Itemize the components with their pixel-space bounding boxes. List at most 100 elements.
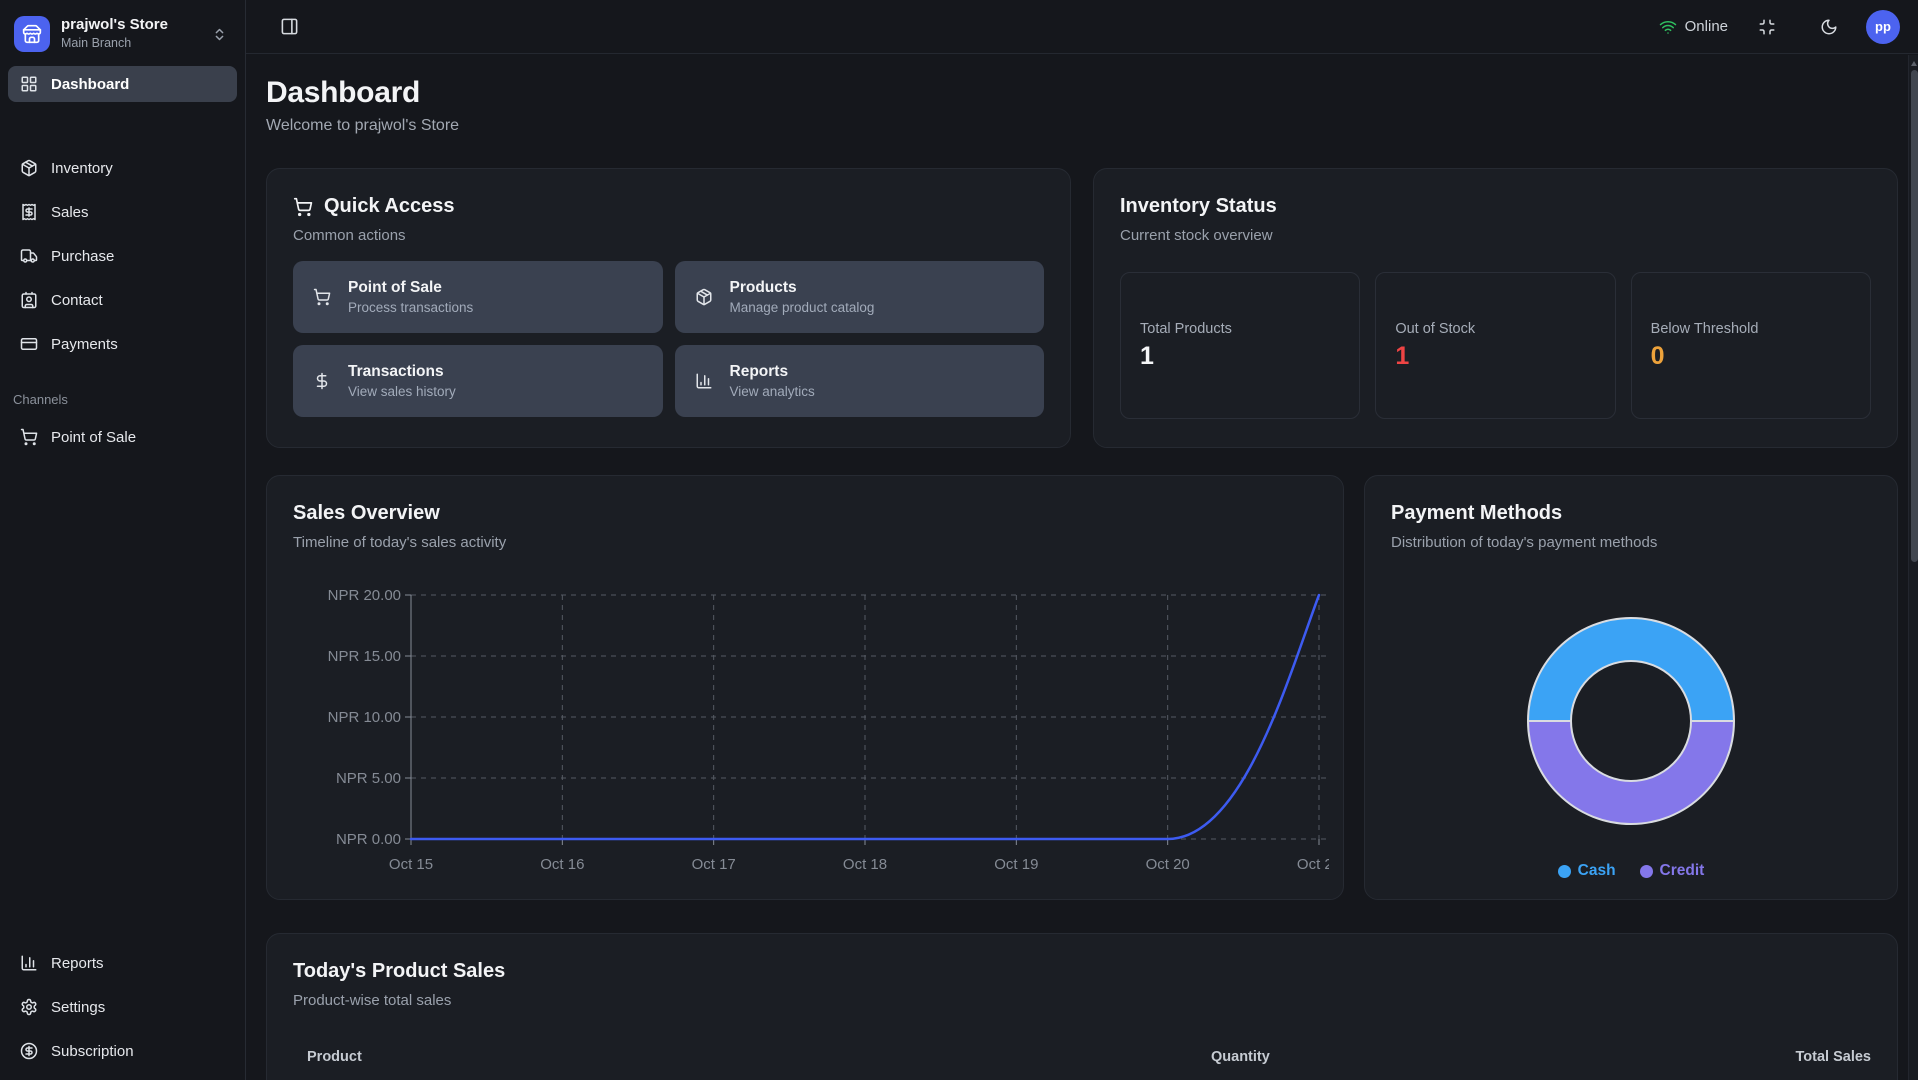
column-header-quantity: Quantity (1211, 1049, 1711, 1065)
legend-dot (1640, 865, 1653, 878)
sidebar-item-label: Dashboard (51, 76, 129, 93)
tile-transactions[interactable]: Transactions View sales history (293, 345, 663, 417)
fullscreen-button[interactable] (1754, 14, 1780, 40)
tile-subtitle: View analytics (730, 384, 815, 399)
tile-title: Point of Sale (348, 279, 473, 297)
theme-toggle-button[interactable] (1816, 14, 1842, 40)
package-icon (695, 288, 713, 306)
cart-icon (293, 197, 313, 217)
store-icon (22, 24, 42, 44)
inventory-status-subtitle: Current stock overview (1120, 227, 1871, 244)
stat-value: 1 (1395, 342, 1595, 371)
page-title: Dashboard (266, 76, 1898, 110)
product-sales-title: Today's Product Sales (293, 960, 1871, 983)
scroll-up-arrow[interactable] (1911, 61, 1917, 66)
tile-point-of-sale[interactable]: Point of SaleProcess transactions (293, 261, 663, 333)
panel-right-icon (280, 17, 299, 36)
minimize-icon (1758, 18, 1776, 36)
chevrons-up-down-icon (212, 27, 227, 42)
quick-access-subtitle: Common actions (293, 227, 1044, 244)
connection-status-label: Online (1685, 18, 1728, 35)
sidebar-item-inventory[interactable]: Inventory (8, 150, 237, 186)
sidebar-item-label: Sales (51, 204, 89, 221)
store-logo (14, 16, 50, 52)
product-sales-subtitle: Product-wise total sales (293, 992, 1871, 1009)
credit-card-icon (20, 335, 38, 353)
sidebar-item-payments[interactable]: Payments (8, 326, 237, 362)
svg-text:Oct 15: Oct 15 (389, 856, 433, 873)
sidebar-item-subscription[interactable]: Subscription (8, 1033, 237, 1069)
tile-title: Reports (730, 363, 815, 381)
gear-icon (20, 998, 38, 1016)
contact-card-icon (20, 291, 38, 309)
quick-access-title: Quick Access (324, 195, 454, 218)
sidebar-toggle-button[interactable] (276, 13, 303, 40)
svg-text:Oct 19: Oct 19 (994, 856, 1038, 873)
dollar-icon (313, 372, 331, 390)
sidebar-item-label: Contact (51, 292, 103, 309)
dashboard-icon (20, 75, 38, 93)
page-content: Dashboard Welcome to prajwol's Store Qui… (246, 54, 1918, 1080)
svg-text:NPR 15.00: NPR 15.00 (328, 648, 401, 665)
svg-text:NPR 20.00: NPR 20.00 (328, 587, 401, 604)
svg-text:Oct 17: Oct 17 (692, 856, 736, 873)
inventory-status-card: Inventory Status Current stock overview … (1093, 168, 1898, 448)
stat-label: Total Products (1140, 321, 1340, 337)
cart-icon (20, 428, 38, 446)
sidebar-item-label: Reports (51, 955, 104, 972)
sidebar-nav-bottom: Reports Settings Subscription (8, 945, 237, 1069)
wifi-icon (1659, 18, 1677, 36)
moon-icon (1820, 18, 1838, 36)
quick-access-tiles: Point of SaleProcess transactions Produc… (293, 261, 1044, 417)
package-icon (20, 159, 38, 177)
vertical-scrollbar[interactable] (1908, 55, 1918, 1080)
sidebar-item-reports[interactable]: Reports (8, 945, 237, 981)
sidebar-item-label: Payments (51, 336, 118, 353)
scrollbar-thumb[interactable] (1911, 70, 1918, 562)
legend-item-credit[interactable]: Credit (1640, 862, 1705, 880)
sidebar-item-settings[interactable]: Settings (8, 989, 237, 1025)
tile-reports[interactable]: Reports View analytics (675, 345, 1045, 417)
sidebar-item-contact[interactable]: Contact (8, 282, 237, 318)
sidebar-item-label: Settings (51, 999, 105, 1016)
store-branch: Main Branch (61, 37, 168, 51)
sidebar-item-label: Purchase (51, 248, 114, 265)
sidebar-item-sales[interactable]: Sales (8, 194, 237, 230)
svg-text:Oct 21: Oct 21 (1297, 856, 1329, 873)
payment-donut-chart (1513, 603, 1749, 844)
topbar: Online pp (246, 0, 1918, 54)
stat-below-threshold: Below Threshold 0 (1631, 272, 1871, 419)
truck-icon (20, 247, 38, 265)
quick-access-card: Quick Access Common actions Point of Sal… (266, 168, 1071, 448)
user-avatar[interactable]: pp (1866, 10, 1900, 44)
sales-overview-card: Sales Overview Timeline of today's sales… (266, 475, 1344, 900)
legend-dot (1558, 865, 1571, 878)
svg-text:NPR 5.00: NPR 5.00 (336, 770, 401, 787)
inventory-stats: Total Products 1 Out of Stock 1 Below Th… (1120, 272, 1871, 419)
payment-methods-title: Payment Methods (1391, 502, 1871, 525)
legend-label: Credit (1660, 862, 1705, 880)
sidebar-item-label: Inventory (51, 160, 113, 177)
tile-subtitle: View sales history (348, 384, 456, 399)
payment-methods-card: Payment Methods Distribution of today's … (1364, 475, 1898, 900)
receipt-icon (20, 203, 38, 221)
sidebar-item-point-of-sale[interactable]: Point of Sale (8, 419, 237, 455)
dollar-circle-icon (20, 1042, 38, 1060)
sidebar-spacer (8, 455, 237, 945)
sales-overview-subtitle: Timeline of today's sales activity (293, 534, 1317, 551)
tile-products[interactable]: ProductsManage product catalog (675, 261, 1045, 333)
stat-label: Out of Stock (1395, 321, 1595, 337)
sidebar-item-dashboard[interactable]: Dashboard (8, 66, 237, 102)
svg-text:Oct 16: Oct 16 (540, 856, 584, 873)
bar-chart-icon (695, 372, 713, 390)
connection-status: Online (1659, 18, 1728, 36)
sidebar-item-purchase[interactable]: Purchase (8, 238, 237, 274)
sidebar-item-label: Subscription (51, 1043, 134, 1060)
sidebar-nav-primary: Dashboard (8, 66, 237, 102)
stat-label: Below Threshold (1651, 321, 1851, 337)
legend-item-cash[interactable]: Cash (1558, 862, 1616, 880)
tile-title: Transactions (348, 363, 456, 381)
store-switcher[interactable]: prajwol's Store Main Branch (8, 10, 237, 58)
legend-label: Cash (1578, 862, 1616, 880)
main-area: Online pp Dashboard Welcome to prajwol's… (246, 0, 1918, 1080)
